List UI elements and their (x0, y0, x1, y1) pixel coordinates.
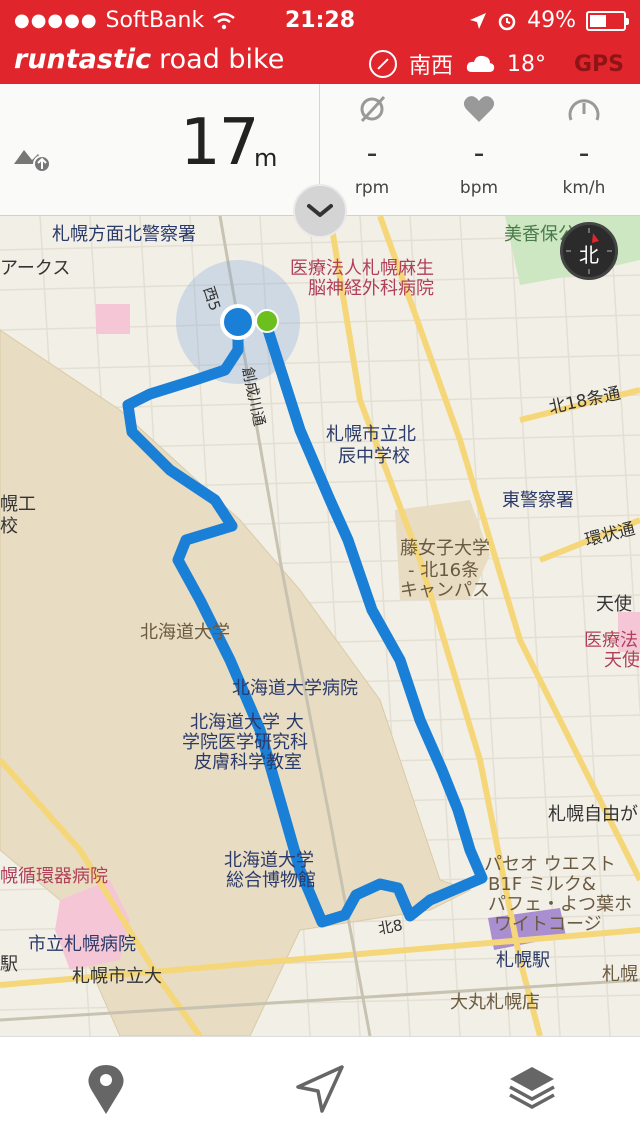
map-compass-button[interactable]: 北 (560, 222, 618, 280)
cadence-icon (360, 95, 386, 123)
status-bar: ●●●●● SoftBank 21:28 49% (0, 0, 640, 40)
speed-value: - (578, 136, 590, 171)
runtastic-road-bike-screen: { "status_bar": { "signal": "●●●●●", "ca… (0, 0, 640, 1136)
speed-unit: km/h (562, 178, 606, 198)
map-label: 北海道大学 (140, 622, 230, 643)
map-label: 北8 (376, 915, 405, 938)
chevron-down-icon (307, 204, 333, 217)
battery-icon (586, 10, 629, 31)
app-header: runtastic road bike 南西 18° GPS (0, 42, 640, 84)
alarm-icon (498, 13, 516, 30)
heart-rate-metric: - bpm (429, 92, 529, 198)
brand-name: runtastic (14, 44, 152, 75)
top-bar: ●●●●● SoftBank 21:28 49% runtastic road b… (0, 0, 640, 84)
altitude-icon (14, 150, 51, 172)
current-position-marker (220, 304, 256, 340)
speedometer-icon (568, 99, 600, 121)
map-label: 天使 (596, 594, 632, 615)
map-label: 総合博物館 (226, 870, 316, 891)
map-label: 辰中学校 (338, 446, 410, 467)
map-label: 幌循環器病院 (0, 866, 108, 887)
heart-icon (463, 96, 495, 122)
map-label: 札幌方面北警察署 (52, 224, 196, 245)
speed-metric: - km/h (534, 92, 634, 198)
map-label: 大丸札幌店 (450, 992, 540, 1013)
altitude-value: 17 (180, 106, 259, 180)
heading-direction: 南西 (408, 54, 453, 79)
bottom-toolbar (0, 1036, 640, 1136)
layers-icon (509, 1067, 555, 1109)
location-arrow-icon (470, 12, 487, 29)
map-label: 皮膚科学教室 (194, 752, 302, 773)
compass-north-label: 北 (579, 243, 599, 267)
heading-compass-icon (368, 50, 397, 78)
map-label: キャンパス (400, 580, 490, 601)
map-label: 札幌 (602, 964, 638, 985)
cadence-metric: - rpm (322, 92, 422, 198)
map-label: 脳神経外科病院 (308, 278, 434, 299)
map-label: アークス (0, 258, 71, 279)
heart-rate-unit: bpm (459, 178, 499, 198)
navigate-button[interactable] (290, 1059, 350, 1119)
map-label: 北海道大学病院 (232, 678, 358, 699)
navigation-arrow-icon (296, 1065, 344, 1113)
product-name: road bike (159, 44, 285, 75)
map-label: 札幌市立大 (72, 966, 162, 987)
map-label: 駅 (0, 954, 18, 975)
app-logo: runtastic road bike (14, 44, 284, 75)
map-pin-icon (88, 1065, 124, 1114)
map-label: 校 (0, 516, 18, 537)
map-label: 市立札幌病院 (28, 934, 136, 955)
map-label: ワイトコージ (494, 914, 602, 935)
map-label: 札幌自由が (548, 804, 638, 825)
battery-percent: 49% (527, 8, 576, 33)
cadence-value: - (366, 136, 378, 171)
start-point-marker (255, 309, 279, 333)
layers-button[interactable] (502, 1059, 562, 1119)
status-right: 49% (469, 8, 629, 33)
cloud-icon (466, 55, 495, 72)
header-indicators: 南西 18° GPS (368, 48, 624, 80)
altitude-unit: m (254, 144, 278, 172)
route-map[interactable]: 札幌方面北警察署 アークス 美香保公園 医療法人札幌麻生 脳神経外科病院 西5 … (0, 216, 640, 1036)
map-label: 札幌駅 (496, 950, 550, 971)
map-label: 東警察署 (502, 490, 574, 511)
collapse-stats-button[interactable] (293, 184, 347, 238)
gps-indicator: GPS (573, 51, 624, 77)
temperature: 18° (506, 51, 546, 77)
map-pin-button[interactable] (76, 1059, 136, 1119)
map-label: 天使 (604, 650, 640, 671)
heart-rate-value: - (473, 136, 485, 171)
